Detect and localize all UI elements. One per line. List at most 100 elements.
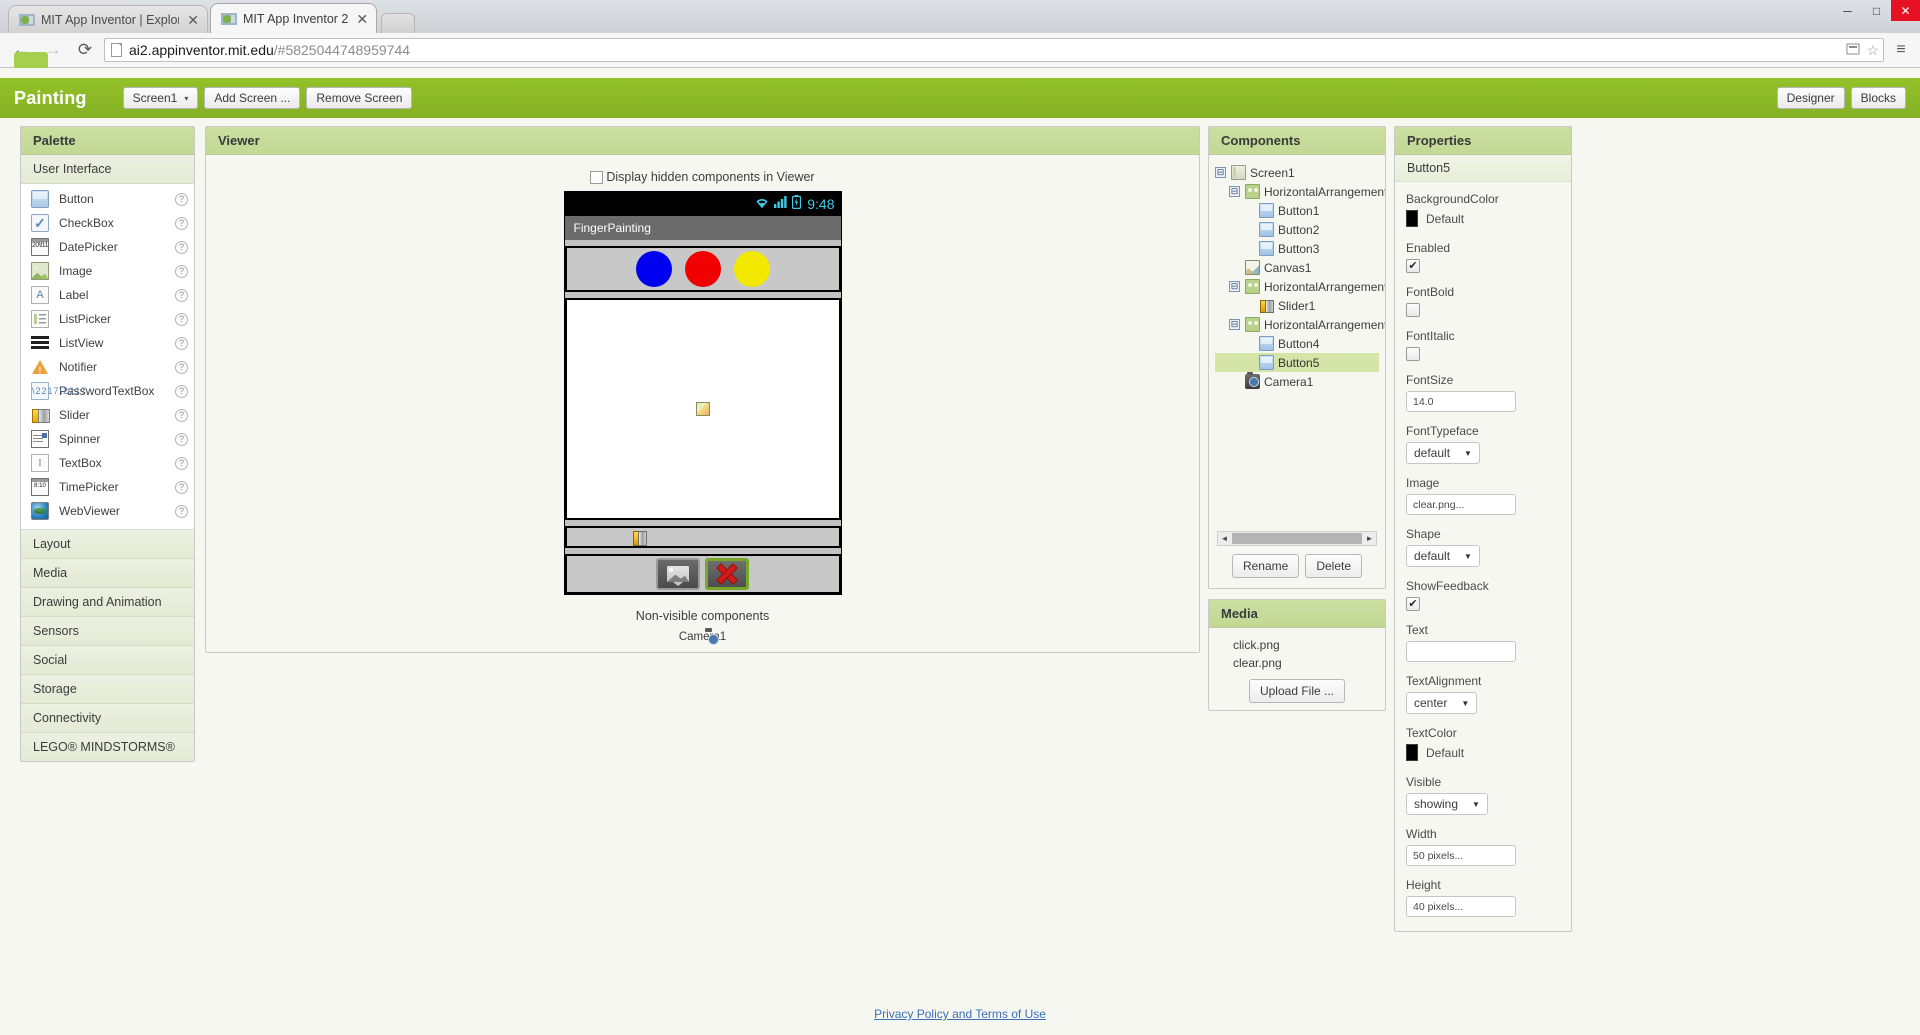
scroll-right-icon[interactable]: ►: [1363, 534, 1376, 543]
property-select-shape[interactable]: default ▼: [1406, 545, 1480, 567]
minimize-icon[interactable]: ─: [1833, 0, 1862, 21]
palette-section-drawing-and-animation[interactable]: Drawing and Animation: [21, 588, 194, 617]
component-horizontalarrangement3[interactable]: [565, 554, 841, 594]
tree-node-button1[interactable]: Button1: [1215, 201, 1379, 220]
privacy-policy-link[interactable]: Privacy Policy and Terms of Use: [874, 1007, 1046, 1021]
media-file-clear-png[interactable]: clear.png: [1209, 654, 1385, 672]
scroll-left-icon[interactable]: ◄: [1218, 534, 1231, 543]
rename-button[interactable]: Rename: [1232, 554, 1299, 578]
component-button4[interactable]: [656, 558, 700, 590]
component-button3[interactable]: [734, 251, 770, 287]
tree-node-camera1[interactable]: Camera1: [1215, 372, 1379, 391]
help-icon[interactable]: ?: [175, 505, 188, 518]
palette-section-connectivity[interactable]: Connectivity: [21, 704, 194, 733]
component-canvas1[interactable]: [565, 298, 841, 520]
page-actions-icon[interactable]: [1846, 42, 1860, 59]
delete-button[interactable]: Delete: [1305, 554, 1362, 578]
address-bar[interactable]: ai2.appinventor.mit.edu/#582504474895974…: [104, 38, 1884, 62]
palette-item-spinner[interactable]: Spinner ?: [21, 427, 194, 451]
upload-file-button[interactable]: Upload File ...: [1249, 679, 1345, 703]
help-icon[interactable]: ?: [175, 457, 188, 470]
palette-section-lego-mindstorms[interactable]: LEGO® MINDSTORMS®: [21, 733, 194, 761]
browser-tab-2-close-icon[interactable]: ✕: [356, 12, 368, 26]
help-icon[interactable]: ?: [175, 481, 188, 494]
tree-node-horizontalarrangement2[interactable]: ⊟ HorizontalArrangement2: [1215, 277, 1379, 296]
color-swatch[interactable]: [1406, 744, 1418, 761]
viewer-canvas[interactable]: Display hidden components in Viewer: [206, 155, 1199, 652]
property-select-fonttypeface[interactable]: default ▼: [1406, 442, 1480, 464]
component-button1[interactable]: [636, 251, 672, 287]
display-hidden-components-row[interactable]: Display hidden components in Viewer: [206, 155, 1199, 184]
palette-item-datepicker[interactable]: DatePicker ?: [21, 235, 194, 259]
palette-section-social[interactable]: Social: [21, 646, 194, 675]
property-checkbox-enabled[interactable]: [1406, 259, 1420, 273]
browser-tab-1-close-icon[interactable]: ✕: [187, 13, 199, 27]
designer-button[interactable]: Designer: [1777, 87, 1845, 109]
property-input-height[interactable]: 40 pixels...: [1406, 896, 1516, 917]
palette-section-user-interface[interactable]: User Interface: [21, 155, 194, 184]
palette-item-listpicker[interactable]: ListPicker ?: [21, 307, 194, 331]
property-checkbox-showfeedback[interactable]: [1406, 597, 1420, 611]
collapse-icon[interactable]: ⊟: [1229, 186, 1240, 197]
non-visible-component-camera1[interactable]: Camera1: [564, 631, 842, 643]
property-input-text[interactable]: [1406, 641, 1516, 662]
collapse-icon[interactable]: ⊟: [1229, 281, 1240, 292]
property-select-textalignment[interactable]: center ▼: [1406, 692, 1477, 714]
component-tree-horizontal-scrollbar[interactable]: ◄ ►: [1217, 531, 1377, 546]
browser-tab-2[interactable]: MIT App Inventor 2 ✕: [210, 3, 377, 33]
help-icon[interactable]: ?: [175, 385, 188, 398]
palette-item-checkbox[interactable]: CheckBox ?: [21, 211, 194, 235]
tree-node-screen1[interactable]: ⊟ Screen1: [1215, 163, 1379, 182]
component-horizontalarrangement2[interactable]: [565, 526, 841, 548]
palette-item-button[interactable]: Button ?: [21, 187, 194, 211]
help-icon[interactable]: ?: [175, 409, 188, 422]
help-icon[interactable]: ?: [175, 289, 188, 302]
tree-node-slider1[interactable]: Slider1: [1215, 296, 1379, 315]
tree-node-button4[interactable]: Button4: [1215, 334, 1379, 353]
palette-section-layout[interactable]: Layout: [21, 530, 194, 559]
new-tab-button[interactable]: [381, 13, 415, 33]
property-input-fontsize[interactable]: 14.0: [1406, 391, 1516, 412]
property-value-textcolor[interactable]: Default: [1406, 744, 1560, 761]
palette-item-label[interactable]: Label ?: [21, 283, 194, 307]
palette-item-slider[interactable]: Slider ?: [21, 403, 194, 427]
palette-item-webviewer[interactable]: WebViewer ?: [21, 499, 194, 523]
help-icon[interactable]: ?: [175, 361, 188, 374]
tree-node-button5[interactable]: Button5: [1215, 353, 1379, 372]
blocks-button[interactable]: Blocks: [1851, 87, 1906, 109]
help-icon[interactable]: ?: [175, 193, 188, 206]
palette-item-image[interactable]: Image ?: [21, 259, 194, 283]
help-icon[interactable]: ?: [175, 265, 188, 278]
component-tree[interactable]: ⊟ Screen1 ⊟ HorizontalArrangement1 Butto…: [1209, 155, 1385, 527]
screen-selector-button[interactable]: Screen1 ▾: [123, 87, 199, 109]
close-window-icon[interactable]: ✕: [1891, 0, 1920, 21]
palette-section-storage[interactable]: Storage: [21, 675, 194, 704]
tree-node-button3[interactable]: Button3: [1215, 239, 1379, 258]
help-icon[interactable]: ?: [175, 217, 188, 230]
help-icon[interactable]: ?: [175, 433, 188, 446]
property-input-width[interactable]: 50 pixels...: [1406, 845, 1516, 866]
property-checkbox-fontbold[interactable]: [1406, 303, 1420, 317]
collapse-icon[interactable]: ⊟: [1215, 167, 1226, 178]
media-file-click-png[interactable]: click.png: [1209, 636, 1385, 654]
palette-item-notifier[interactable]: Notifier ?: [21, 355, 194, 379]
add-screen-button[interactable]: Add Screen ...: [204, 87, 300, 109]
component-horizontalarrangement1[interactable]: [565, 246, 841, 292]
palette-item-timepicker[interactable]: TimePicker ?: [21, 475, 194, 499]
help-icon[interactable]: ?: [175, 337, 188, 350]
palette-item-textbox[interactable]: TextBox ?: [21, 451, 194, 475]
browser-tab-1[interactable]: MIT App Inventor | Explore ✕: [8, 5, 208, 33]
tree-node-horizontalarrangement3[interactable]: ⊟ HorizontalArrangement3: [1215, 315, 1379, 334]
collapse-icon[interactable]: ⊟: [1229, 319, 1240, 330]
help-icon[interactable]: ?: [175, 241, 188, 254]
maximize-icon[interactable]: □: [1862, 0, 1891, 21]
tree-node-button2[interactable]: Button2: [1215, 220, 1379, 239]
bookmark-star-icon[interactable]: ☆: [1866, 42, 1879, 59]
palette-section-media[interactable]: Media: [21, 559, 194, 588]
palette-section-sensors[interactable]: Sensors: [21, 617, 194, 646]
property-input-image[interactable]: clear.png...: [1406, 494, 1516, 515]
color-swatch[interactable]: [1406, 210, 1418, 227]
component-button5[interactable]: [705, 558, 749, 590]
remove-screen-button[interactable]: Remove Screen: [306, 87, 412, 109]
property-select-visible[interactable]: showing ▼: [1406, 793, 1488, 815]
